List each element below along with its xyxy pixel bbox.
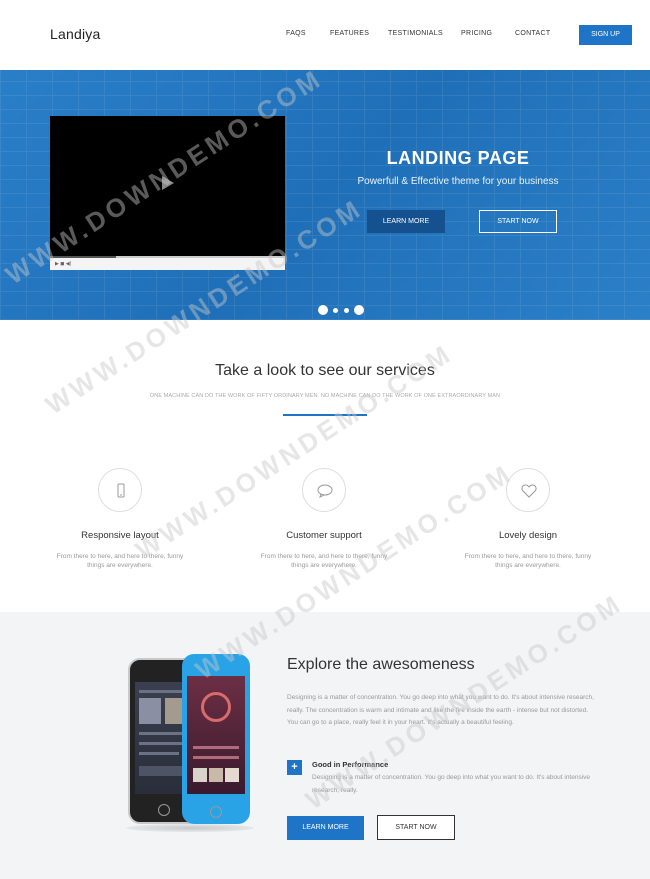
feature-text: From there to here, and here to there, f…	[464, 553, 592, 569]
feature-text: From there to here, and here to there, f…	[56, 553, 184, 569]
feature-icon-circle	[302, 468, 346, 512]
video-progress-bar[interactable]	[50, 256, 285, 258]
nav-features[interactable]: FEATURES	[330, 30, 369, 37]
logo[interactable]: Landiya	[50, 26, 100, 42]
nav-testimonials[interactable]: TESTIMONIALS	[388, 30, 443, 37]
feature-title: Lovely design	[498, 530, 558, 541]
phone-front	[182, 654, 250, 824]
hero-subtitle: Powerfull & Effective theme for your bus…	[357, 176, 559, 187]
hero-learn-more-button[interactable]: LEARN MORE	[367, 210, 445, 233]
explore-learn-more-button[interactable]: LEARN MORE	[287, 816, 364, 840]
services-divider	[283, 414, 367, 416]
slider-dot-2[interactable]	[333, 308, 338, 313]
nav-contact[interactable]: CONTACT	[515, 30, 550, 37]
hero-section: ▶ ◼ ◀) LANDING PAGE Powerfull & Effectiv…	[0, 70, 650, 320]
explore-start-now-button[interactable]: START NOW	[377, 815, 455, 840]
services-title: Take a look to see our services	[215, 362, 435, 379]
performance-text: Designing is a matter of concentration. …	[312, 774, 591, 794]
play-icon[interactable]	[162, 176, 174, 190]
feature-title: Customer support	[286, 530, 362, 541]
services-subtitle: ONE MACHINE CAN DO THE WORK OF FIFTY ORD…	[149, 393, 501, 399]
feature-icon-circle	[98, 468, 142, 512]
video-control-icons[interactable]: ▶ ◼ ◀)	[55, 261, 71, 267]
video-player[interactable]: ▶ ◼ ◀)	[50, 116, 285, 270]
heart-icon	[521, 484, 537, 498]
video-controls[interactable]: ▶ ◼ ◀)	[50, 256, 285, 270]
nav-pricing[interactable]: PRICING	[461, 30, 492, 37]
nav-faqs[interactable]: FAQS	[286, 30, 306, 37]
hero-start-now-button[interactable]: START NOW	[479, 210, 557, 233]
phones-image	[120, 652, 260, 837]
slider-dot-4[interactable]	[354, 305, 364, 315]
feature-title: Responsive layout	[81, 530, 159, 541]
slider-dot-1[interactable]	[318, 305, 328, 315]
signup-button[interactable]: SIGN UP	[579, 25, 632, 45]
hero-title: LANDING PAGE	[386, 148, 530, 168]
performance-title: Good in Performance	[312, 760, 389, 769]
site-header: Landiya FAQS FEATURES TESTIMONIALS PRICI…	[0, 0, 650, 70]
feature-text: From there to here, and here to there, f…	[260, 553, 388, 569]
feature-icon-circle	[506, 468, 550, 512]
plus-icon: +	[287, 760, 302, 775]
chat-bubble-icon	[317, 484, 333, 498]
explore-section: Explore the awesomeness Designing is a m…	[0, 612, 650, 879]
slider-dot-3[interactable]	[344, 308, 349, 313]
explore-title: Explore the awesomeness	[287, 656, 475, 673]
mobile-icon	[117, 483, 125, 498]
explore-text: Designing is a matter of concentration. …	[287, 694, 594, 726]
